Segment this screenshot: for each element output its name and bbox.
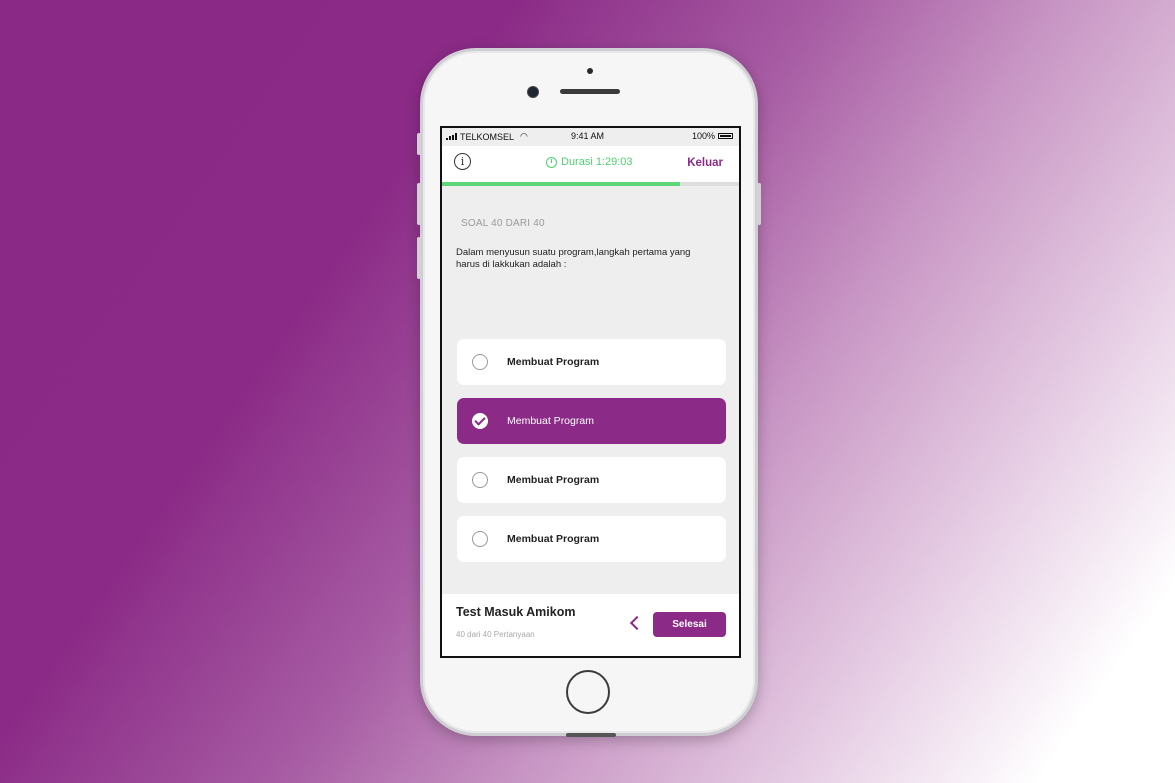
quiz-header: i Durasi 1:29:03 Keluar [442, 146, 739, 182]
phone-bottom-edge [566, 733, 616, 737]
front-camera [527, 86, 539, 98]
status-time: 9:41 AM [571, 131, 605, 141]
chevron-left-icon[interactable] [628, 616, 642, 630]
radio-icon [472, 354, 488, 370]
radio-icon [472, 531, 488, 547]
app-screen: TELKOMSEL ◠ 9:41 AM 100% i Durasi 1:29:0… [440, 126, 741, 658]
signal-icon [446, 133, 457, 140]
progress-fill [442, 182, 680, 186]
test-title: Test Masuk Amikom [456, 605, 576, 619]
answer-option-selected[interactable]: Membuat Program [457, 398, 726, 444]
power-button [757, 183, 761, 225]
mute-switch [417, 133, 421, 155]
answer-option[interactable]: Membuat Program [457, 457, 726, 503]
status-bar: TELKOMSEL ◠ 9:41 AM 100% [442, 128, 739, 144]
battery-status: 100% [692, 131, 733, 141]
volume-down-button [417, 237, 421, 279]
check-circle-icon [472, 413, 488, 429]
finish-button[interactable]: Selesai [653, 612, 726, 637]
radio-icon [472, 472, 488, 488]
answer-option-label: Membuat Program [507, 356, 600, 368]
duration-timer: Durasi 1:29:03 [546, 156, 633, 168]
answer-option-label: Membuat Program [507, 533, 600, 545]
progress-bar [442, 182, 739, 186]
answer-option[interactable]: Membuat Program [457, 339, 726, 385]
question-count: 40 dari 40 Pertanyaan [456, 630, 535, 639]
answer-option-label: Membuat Program [507, 415, 594, 427]
stopwatch-icon [546, 156, 557, 168]
question-text: Dalam menyusun suatu program,langkah per… [456, 247, 691, 270]
carrier-info: TELKOMSEL ◠ [446, 131, 528, 142]
battery-percent: 100% [691, 131, 715, 141]
wifi-icon: ◠ [520, 131, 528, 141]
answer-option-label: Membuat Program [507, 474, 600, 486]
quiz-footer: Test Masuk Amikom 40 dari 40 Pertanyaan … [442, 594, 739, 656]
phone-frame: TELKOMSEL ◠ 9:41 AM 100% i Durasi 1:29:0… [417, 48, 761, 737]
carrier-name: TELKOMSEL [460, 131, 515, 142]
volume-up-button [417, 183, 421, 225]
answer-option[interactable]: Membuat Program [457, 516, 726, 562]
proximity-sensor [587, 68, 593, 74]
duration-text: Durasi 1:29:03 [561, 156, 633, 168]
question-number: SOAL 40 DARI 40 [461, 218, 545, 229]
exit-button[interactable]: Keluar [687, 157, 723, 169]
battery-icon [718, 133, 733, 139]
home-button[interactable] [566, 670, 610, 714]
info-icon[interactable]: i [454, 153, 471, 170]
earpiece-speaker [560, 89, 620, 94]
